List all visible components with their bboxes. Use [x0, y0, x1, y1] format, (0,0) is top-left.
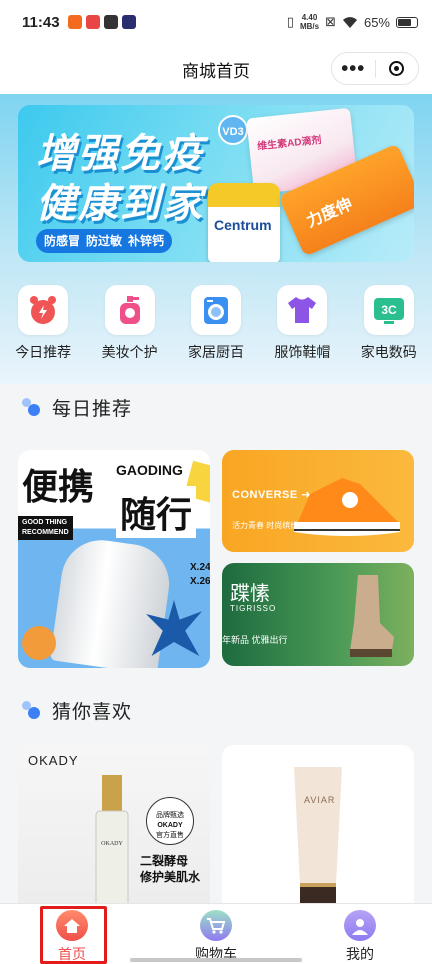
tab-profile[interactable]: 我的 [288, 904, 432, 964]
boot-image [350, 575, 394, 657]
product-card-okady[interactable]: OKADY OKADY 品牌甄选 OKADY 官方直售 二裂酵母 修护美肌水 [18, 745, 210, 915]
section-title: 每日推荐 [52, 399, 133, 420]
target-circle-icon [389, 61, 405, 76]
promo-headline: 便携 [22, 466, 95, 507]
svg-text:3C: 3C [381, 303, 397, 317]
wifi-icon [342, 16, 357, 28]
centrum-bottle-image: Centrum [208, 183, 280, 262]
cream-tube-image [294, 767, 342, 915]
converse-tagline: 活力青春 时尚缤纷 [232, 521, 299, 530]
product-feature: 二裂酵母 [140, 854, 189, 868]
category-apparel[interactable]: 服饰鞋帽 [259, 285, 345, 370]
flower-icon [22, 626, 56, 660]
network-speed-value: 4.40 [301, 13, 318, 22]
promo-headline: 随行 [116, 486, 197, 538]
category-home[interactable]: 家居厨百 [173, 285, 259, 370]
ellipsis-icon: ••• [341, 57, 366, 80]
banner-tag: 防过敏 [86, 234, 123, 248]
vibrate-icon: ▯ [286, 14, 294, 29]
3c-icon: 3C [363, 285, 414, 335]
banner-headline-2: 健康到家 [36, 182, 204, 226]
network-speed: 4.40 MB/s [300, 13, 319, 31]
product-brand: AVIAR [304, 795, 336, 805]
promo-date: X.26 [190, 576, 210, 587]
user-icon [344, 910, 376, 941]
tigrisso-tagline: 年新品 优雅出行 [222, 635, 288, 645]
alarm-clock-icon [18, 285, 69, 335]
banner-tag: 防感冒 [44, 234, 81, 248]
promo-caption-line: GOOD THING [22, 519, 68, 526]
bottom-tab-bar: 首页 购物车 我的 [0, 903, 432, 964]
tube-label: 力度伸 [304, 195, 355, 231]
banner-tag: 补锌钙 [128, 234, 165, 248]
converse-brand-text: CONVERSE [232, 489, 298, 501]
promo-card-gaoding[interactable]: 便携 GAODING 随行 GOOD THING RECOMMEND X.24 … [18, 450, 210, 668]
section-header-daily: 每日推荐 [22, 394, 132, 421]
tab-home[interactable]: 首页 [0, 904, 144, 964]
section-dots-icon [22, 700, 44, 721]
app-notification-icon [121, 15, 136, 29]
tigrisso-en: TIGRISSO [230, 604, 277, 613]
vd3-badge: VD3 [218, 115, 248, 145]
sneaker-image [294, 478, 400, 536]
home-icon [56, 910, 88, 941]
t-shirt-icon [277, 285, 328, 335]
badge-text: 官方直售 [156, 832, 184, 839]
toner-bottle-image: OKADY [95, 775, 129, 915]
washing-machine-icon [190, 285, 241, 335]
promo-date: X.24 [190, 562, 210, 573]
status-time: 11:43 [22, 13, 60, 31]
promo-caption-line: RECOMMEND [22, 529, 69, 536]
category-label: 家居厨百 [187, 344, 244, 360]
brand-badge: 品牌甄选 OKADY 官方直售 [146, 797, 194, 845]
svg-text:OKADY: OKADY [101, 841, 123, 847]
badge-text: 品牌甄选 [156, 812, 184, 819]
vitamin-box-label: 维生素AD滴剂 [256, 134, 323, 153]
sim-icon: ⊠ [325, 14, 336, 29]
category-electronics[interactable]: 3C 家电数码 [346, 285, 432, 370]
promo-brand: GAODING [116, 462, 183, 478]
badge-brand: OKADY [157, 822, 183, 829]
battery-icon [396, 16, 418, 28]
section-title: 猜你喜欢 [52, 702, 133, 723]
tab-cart[interactable]: 购物车 [144, 904, 288, 964]
category-nav: 今日推荐 美妆个护 家居厨百 服饰鞋帽 3C 家电数码 [0, 285, 432, 370]
more-button[interactable]: ••• [332, 59, 375, 79]
nav-header: 商城首页 ••• [0, 44, 432, 94]
close-button[interactable] [376, 61, 419, 76]
app-notification-icon [103, 15, 118, 29]
tab-label: 我的 [346, 946, 374, 962]
category-label: 家电数码 [360, 344, 417, 360]
promo-small-caption: GOOD THING RECOMMEND [18, 516, 73, 540]
tigrisso-name: 蹀愫 [230, 583, 270, 605]
app-notification-icon [85, 15, 100, 29]
promo-card-converse[interactable]: CONVERSE ➜ 活力青春 时尚缤纷 [222, 450, 414, 552]
tab-label: 首页 [58, 946, 86, 962]
centrum-label: Centrum [214, 217, 272, 233]
perfume-bottle-icon [104, 285, 155, 335]
product-feature: 修护美肌水 [140, 870, 201, 884]
status-bar: 11:43 ▯ 4.40 MB/s ⊠ 65% [0, 0, 432, 44]
category-label: 今日推荐 [15, 344, 72, 360]
section-header-guess: 猜你喜欢 [22, 697, 132, 724]
page-title: 商城首页 [182, 61, 250, 81]
product-card-aviar[interactable]: AVIAR [222, 745, 414, 915]
category-label: 美妆个护 [101, 344, 158, 360]
category-beauty[interactable]: 美妆个护 [86, 285, 172, 370]
category-today[interactable]: 今日推荐 [0, 285, 86, 370]
category-label: 服饰鞋帽 [274, 344, 331, 360]
battery-percent: 65% [363, 14, 390, 30]
home-indicator [130, 958, 302, 962]
section-dots-icon [22, 397, 44, 418]
promo-card-tigrisso[interactable]: 蹀愫 TIGRISSO 年新品 优雅出行 [222, 563, 414, 666]
banner-tag-pill: 防感冒 防过敏 补锌钙 [36, 229, 173, 253]
app-notification-icon [67, 15, 82, 29]
network-speed-unit: MB/s [299, 22, 320, 31]
mini-program-capsule: ••• [331, 52, 419, 85]
cart-icon [200, 910, 232, 941]
promo-banner[interactable]: 增强免疫 健康到家 防感冒 防过敏 补锌钙 VD3 维生素AD滴剂 Centru… [18, 105, 414, 262]
product-brand: OKADY [28, 753, 79, 768]
